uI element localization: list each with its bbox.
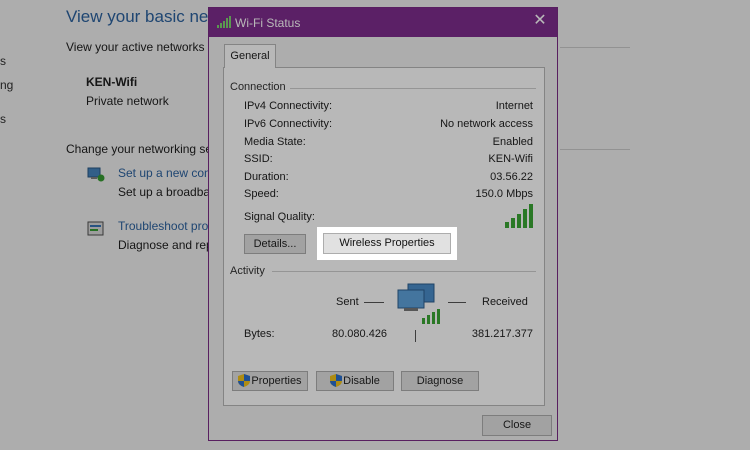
wifi-status-dialog: Wi-Fi Status ✕ General Connection IPv4 C… (208, 7, 558, 441)
sent-line (364, 302, 384, 303)
ipv4-value: Internet (495, 100, 533, 112)
shield-icon (330, 374, 343, 387)
wireless-properties-highlight: Wireless Properties (317, 227, 457, 260)
group-divider (280, 88, 536, 89)
tab-strip: General (219, 44, 549, 68)
activity-group-label: Activity (230, 265, 269, 277)
ipv4-label: IPv4 Connectivity: (244, 100, 333, 112)
tab-general[interactable]: General (224, 44, 276, 68)
received-bytes: 381.217.377 (471, 328, 533, 340)
sent-label: Sent (336, 296, 359, 308)
close-icon[interactable]: ✕ (531, 12, 549, 30)
wireless-properties-button[interactable]: Wireless Properties (323, 233, 451, 254)
bytes-label: Bytes: (244, 328, 275, 340)
details-button[interactable]: Details... (244, 234, 306, 254)
disable-label: Disable (343, 375, 380, 387)
duration-label: Duration: (244, 171, 289, 183)
dialog-title: Wi-Fi Status (235, 16, 301, 30)
sent-bytes: 80.080.426 (332, 328, 388, 340)
diagnose-button[interactable]: Diagnose (401, 371, 479, 391)
ipv6-value: No network access (440, 118, 533, 130)
received-label: Received (482, 296, 528, 308)
group-divider (272, 271, 536, 272)
ssid-label: SSID: (244, 153, 273, 165)
speed-value: 150.0 Mbps (475, 188, 533, 200)
signal-strength-icon (505, 204, 533, 228)
activity-divider (415, 330, 416, 342)
connection-group-label: Connection (230, 81, 290, 93)
duration-value: 03.56.22 (490, 171, 533, 183)
network-computer-icon (397, 283, 440, 324)
speed-label: Speed: (244, 188, 279, 200)
received-line (448, 302, 466, 303)
close-button[interactable]: Close (482, 415, 552, 436)
disable-button[interactable]: Disable (316, 371, 394, 391)
ssid-value: KEN-Wifi (488, 153, 533, 165)
shield-icon (238, 374, 251, 387)
media-state-label: Media State: (244, 136, 306, 148)
wifi-signal-icon (217, 16, 231, 28)
properties-button[interactable]: Properties (232, 371, 308, 391)
properties-label: Properties (251, 375, 302, 387)
dialog-titlebar[interactable]: Wi-Fi Status ✕ (209, 8, 557, 37)
signal-quality-label: Signal Quality: (244, 211, 315, 223)
ipv6-label: IPv6 Connectivity: (244, 118, 333, 130)
media-state-value: Enabled (492, 136, 533, 148)
